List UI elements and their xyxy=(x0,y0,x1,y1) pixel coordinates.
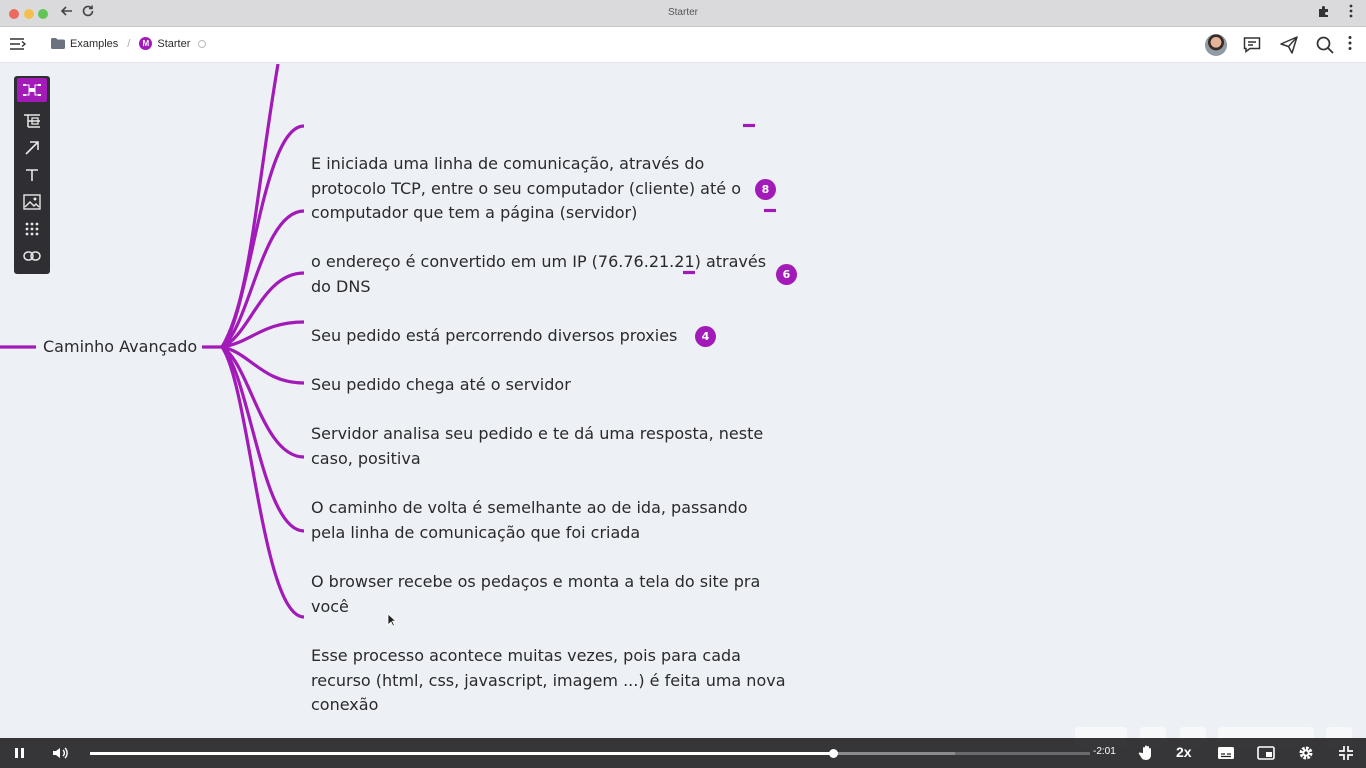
node-text-line: caso, positiva xyxy=(311,448,421,468)
link-icon[interactable] xyxy=(17,244,47,268)
video-progress-track[interactable] xyxy=(90,749,1090,758)
node-text-line: conexão xyxy=(311,695,379,714)
mindmap-layout-icon[interactable] xyxy=(17,78,47,102)
arrow-icon[interactable] xyxy=(17,136,47,160)
node-text-line: pela linha de comunicação que foi criada xyxy=(311,522,641,542)
window-title: Starter xyxy=(667,7,698,18)
mindmap-child-node[interactable]: O browser recebe os pedaços e monta a te… xyxy=(311,570,760,619)
pause-icon[interactable] xyxy=(10,743,30,763)
search-icon[interactable] xyxy=(1315,35,1335,55)
video-progress-thumb[interactable] xyxy=(829,749,838,758)
editor-toolbar xyxy=(14,76,50,274)
video-progress-fill xyxy=(90,752,833,755)
mindmap-child-node[interactable]: Esse processo acontece muitas vezes, poi… xyxy=(311,644,786,718)
node-text-line: o endereço é convertido em um IP (76.76.… xyxy=(311,252,767,271)
node-text-line: protocolo TCP, entre o seu computador (c… xyxy=(311,178,741,198)
time-remaining: -2:01 xyxy=(1093,746,1116,757)
text-icon[interactable] xyxy=(17,163,47,187)
breadcrumb-separator: / xyxy=(127,37,131,50)
branch-line xyxy=(220,209,305,349)
mindmap-child-node[interactable]: Seu pedido está percorrendo diversos pro… xyxy=(311,324,677,349)
branch-line xyxy=(221,271,305,349)
share-icon[interactable] xyxy=(1279,35,1299,55)
node-text-line: Seu pedido chega até o servidor xyxy=(311,375,571,394)
folder-icon xyxy=(51,38,65,49)
more-vertical-icon[interactable] xyxy=(1348,35,1352,55)
window-titlebar: Starter xyxy=(0,0,1366,27)
exit-fullscreen-icon[interactable] xyxy=(1336,743,1356,763)
node-text-line: recurso (html, css, javascript, imagem .… xyxy=(311,670,786,690)
mindmap-child-node[interactable]: Seu pedido chega até o servidor xyxy=(311,373,571,398)
breadcrumb-document[interactable]: Starter xyxy=(157,38,190,50)
image-icon[interactable] xyxy=(17,190,47,214)
node-text-line: você xyxy=(311,596,349,616)
grid-icon[interactable] xyxy=(17,217,47,241)
node-text-line: Seu pedido está percorrendo diversos pro… xyxy=(311,326,678,345)
avatar[interactable] xyxy=(1205,34,1227,56)
collapsed-children-count-badge[interactable]: 6 xyxy=(776,264,797,285)
picture-in-picture-icon[interactable] xyxy=(1256,743,1276,763)
settings-gear-icon[interactable] xyxy=(1296,743,1316,763)
branch-offscreen xyxy=(220,64,280,348)
volume-icon[interactable] xyxy=(50,743,70,763)
breadcrumb: Examples / M Starter xyxy=(51,37,207,50)
node-text-line: O browser recebe os pedaços e monta a te… xyxy=(311,572,761,591)
extensions-icon[interactable] xyxy=(1317,4,1330,22)
node-text-line: Esse processo acontece muitas vezes, poi… xyxy=(311,646,741,665)
root-node[interactable]: Caminho Avançado xyxy=(43,335,197,359)
mindmap-child-node[interactable]: E iniciada uma linha de comunicação, atr… xyxy=(311,152,741,226)
collapsed-children-count-badge[interactable]: 4 xyxy=(695,326,716,347)
hand-icon[interactable] xyxy=(1137,743,1157,763)
branch-line xyxy=(220,346,305,619)
node-text-line: O caminho de volta é semelhante ao de id… xyxy=(311,498,748,517)
menu-icon[interactable] xyxy=(9,36,27,52)
branch-line xyxy=(221,345,305,459)
node-text-line: E iniciada uma linha de comunicação, atr… xyxy=(311,154,705,173)
node-text-line: do DNS xyxy=(311,276,371,296)
comments-icon[interactable] xyxy=(1242,35,1262,55)
node-text-line: computador que tem a página (servidor) xyxy=(311,203,638,222)
mindmap-child-node[interactable]: Servidor analisa seu pedido e te dá uma … xyxy=(311,422,763,471)
mouse-cursor-icon xyxy=(387,612,398,627)
captions-icon[interactable] xyxy=(1216,743,1236,763)
app-header: Examples / M Starter xyxy=(0,27,1366,63)
document-badge: M xyxy=(139,37,153,50)
breadcrumb-folder[interactable]: Examples xyxy=(70,38,118,50)
sync-status-icon xyxy=(198,39,207,48)
structure-icon[interactable] xyxy=(17,109,47,133)
mindmap-child-node[interactable]: o endereço é convertido em um IP (76.76.… xyxy=(311,250,766,299)
playback-speed-button[interactable]: 2x xyxy=(1176,744,1192,760)
node-text-line: Servidor analisa seu pedido e te dá uma … xyxy=(311,424,764,443)
collapsed-children-count-badge[interactable]: 8 xyxy=(755,179,776,200)
mindmap-child-node[interactable]: O caminho de volta é semelhante ao de id… xyxy=(311,496,748,545)
browser-menu-icon[interactable] xyxy=(1349,4,1353,24)
mindmap-canvas[interactable]: E iniciada uma linha de comunicação, atr… xyxy=(0,64,1366,738)
